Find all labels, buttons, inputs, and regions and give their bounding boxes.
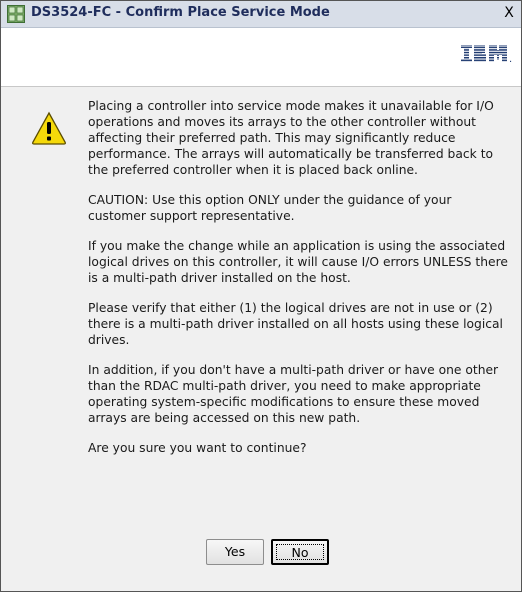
ibm-logo-dot: . (509, 54, 512, 64)
confirm-dialog-window: DS3524-FC - Confirm Place Service Mode X (0, 0, 522, 592)
message-paragraph-4: Please verify that either (1) the logica… (88, 301, 503, 347)
ibm-logo: . (461, 45, 512, 64)
close-button[interactable]: X (500, 4, 518, 22)
message-body: Placing a controller into service mode m… (88, 98, 508, 470)
confirm-question: Are you sure you want to continue? (88, 441, 307, 455)
header-banner: . (1, 28, 521, 87)
yes-button[interactable]: Yes (206, 539, 264, 565)
message-paragraph-caution: CAUTION: Use this option ONLY under the … (88, 193, 452, 223)
warning-icon (32, 111, 66, 145)
message-paragraph-5: In addition, if you don't have a multi-p… (88, 363, 499, 425)
window-title: DS3524-FC - Confirm Place Service Mode (31, 5, 330, 20)
title-bar[interactable]: DS3524-FC - Confirm Place Service Mode X (1, 1, 521, 28)
focus-ring (276, 544, 324, 560)
no-button[interactable]: No (271, 539, 329, 565)
message-paragraph-3: If you make the change while an applicat… (88, 239, 508, 285)
storage-manager-icon (7, 5, 25, 23)
message-paragraph-1: Placing a controller into service mode m… (88, 99, 494, 177)
